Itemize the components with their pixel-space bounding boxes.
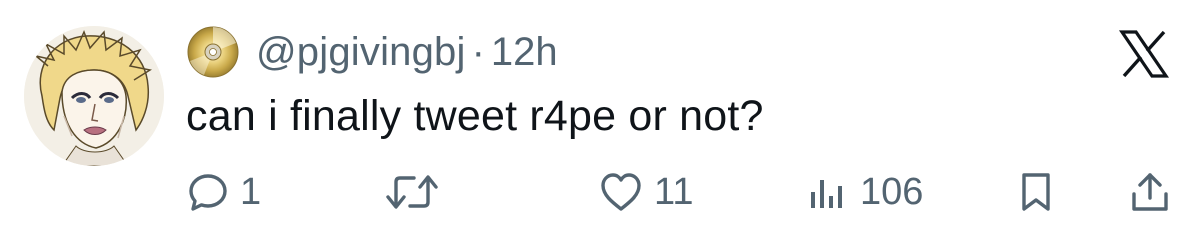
- separator-dot: ·: [471, 29, 485, 74]
- bookmark-icon: [1016, 170, 1056, 214]
- tweet-text: can i finally tweet r4pe or not?: [186, 92, 764, 140]
- reply-icon: [186, 170, 230, 214]
- like-button[interactable]: 11: [598, 168, 693, 216]
- action-bar: 1 11 106: [186, 168, 1176, 216]
- view-count: 106: [860, 170, 924, 213]
- tweet-card: @pjgivingbj · 12h can i finally tweet r4…: [0, 0, 1200, 252]
- x-logo-icon[interactable]: [1118, 28, 1170, 80]
- cd-disc-icon: [186, 25, 240, 79]
- reply-button[interactable]: 1: [186, 168, 261, 216]
- retweet-button[interactable]: [384, 168, 450, 216]
- heart-icon: [598, 170, 644, 214]
- views-icon: [806, 170, 850, 214]
- share-icon: [1128, 170, 1172, 214]
- user-handle[interactable]: @pjgivingbj: [256, 30, 466, 75]
- timestamp[interactable]: 12h: [491, 30, 558, 75]
- avatar-image: [24, 26, 164, 166]
- reply-count: 1: [240, 170, 262, 213]
- avatar[interactable]: [24, 26, 164, 166]
- tweet-header: @pjgivingbj · 12h: [186, 24, 558, 80]
- share-button[interactable]: [1128, 168, 1172, 216]
- retweet-icon: [384, 170, 440, 214]
- like-count: 11: [654, 170, 694, 213]
- bookmark-button[interactable]: [1016, 168, 1056, 216]
- views-button[interactable]: 106: [806, 168, 923, 216]
